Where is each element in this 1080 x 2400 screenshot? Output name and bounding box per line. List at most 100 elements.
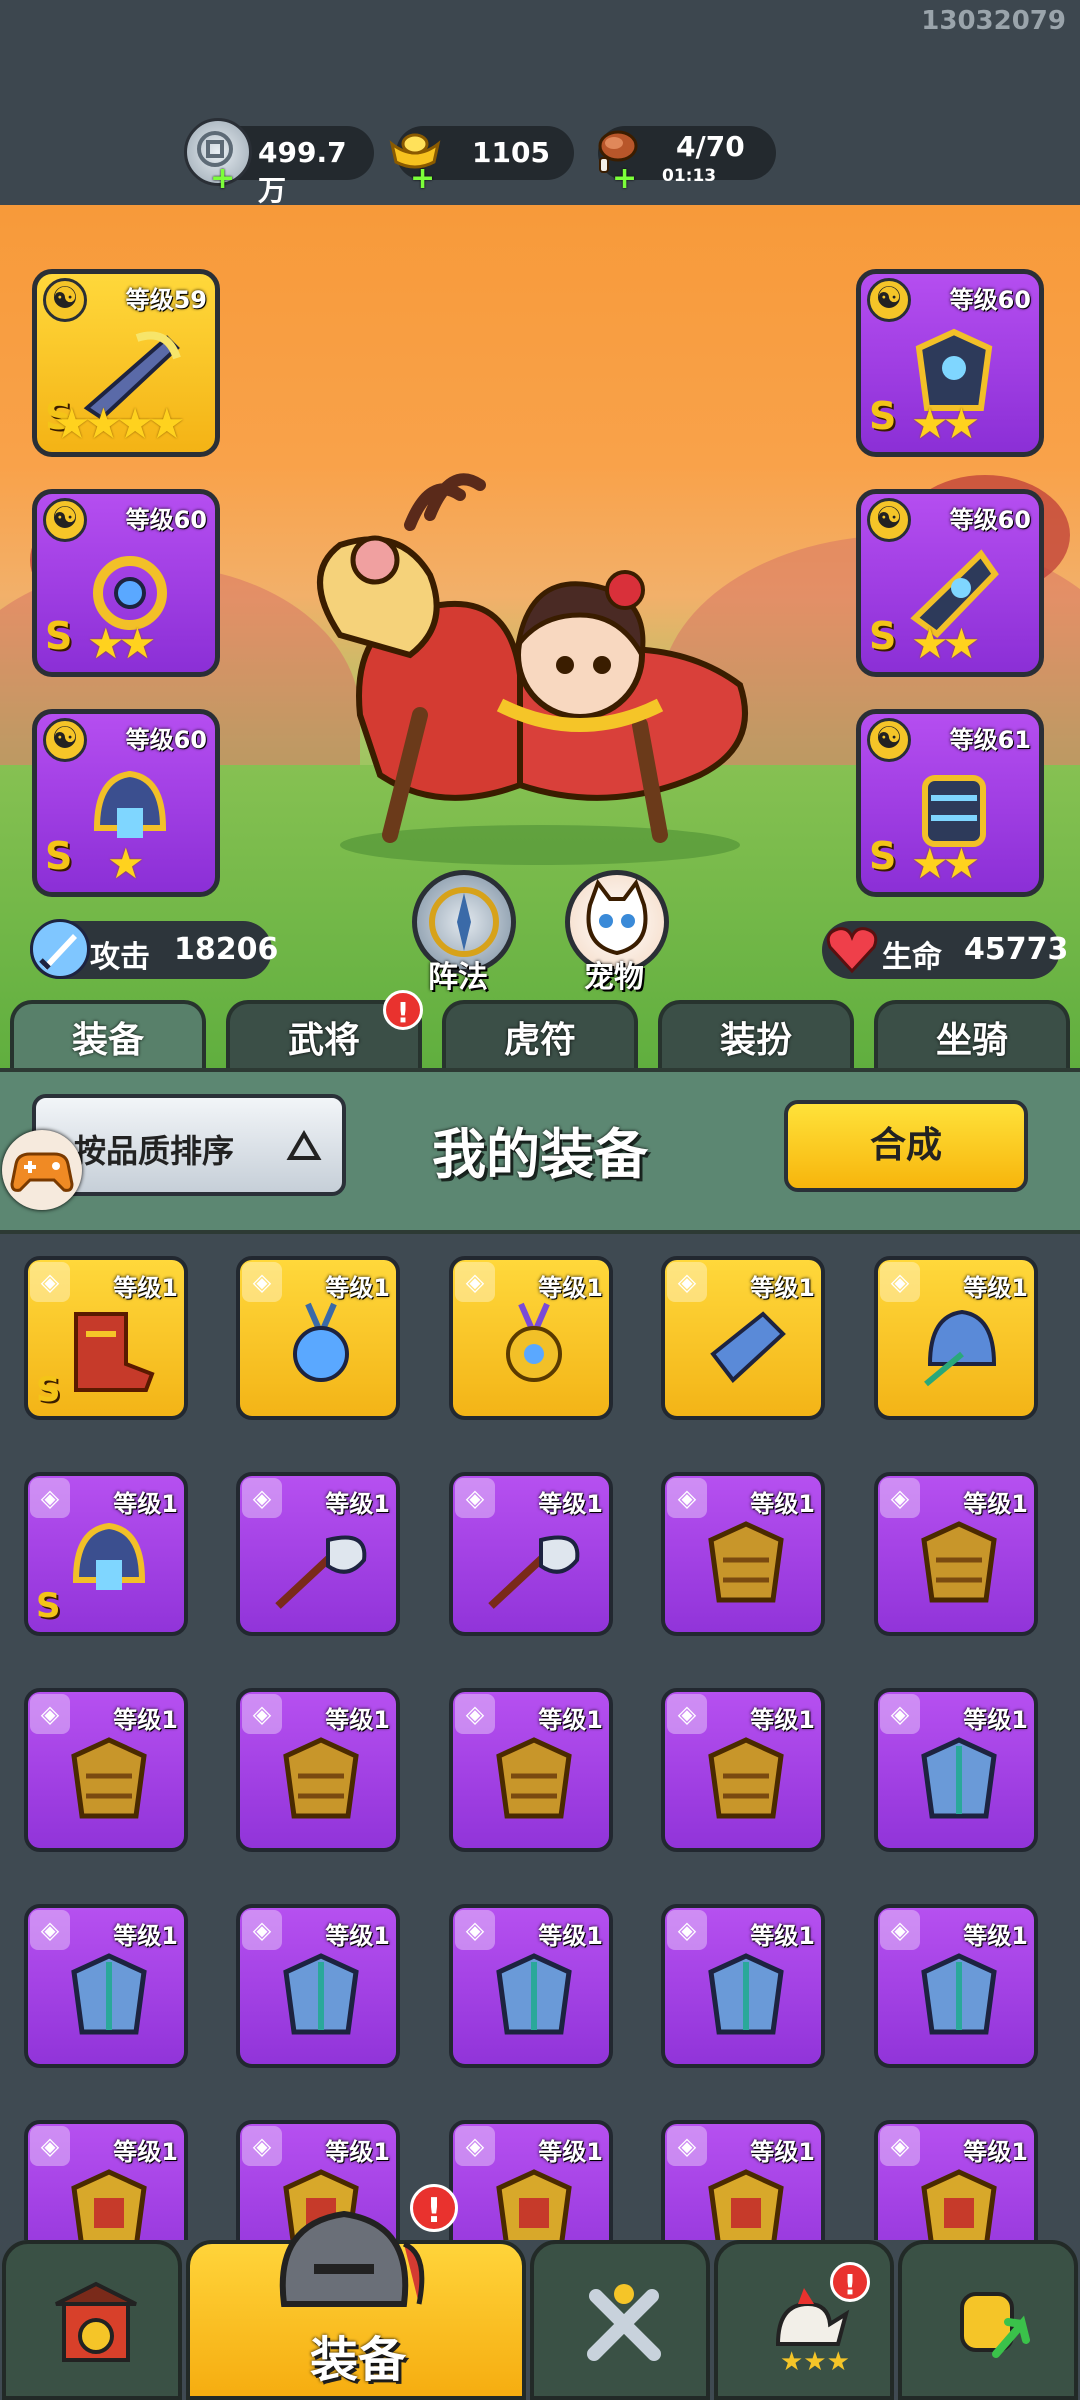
equipped-slot-boots[interactable]: ☯ 等级61 S ★★ (856, 709, 1044, 897)
stamina-timer: 01:13 (662, 166, 717, 186)
attack-value: 18206 (174, 932, 279, 967)
star-rating: ★ (107, 839, 145, 888)
blue-gauntlet-icon (710, 1311, 786, 1383)
blue-medal-icon (293, 1302, 349, 1382)
top-status-bar: 13032079 499.7万 + 1105 + 4/70 01:13 + (0, 0, 1080, 207)
hero-character[interactable] (280, 455, 800, 875)
inventory-item[interactable]: ◈ 等级1 (24, 1688, 188, 1852)
svg-text:★★★: ★★★ (780, 2347, 850, 2374)
inventory-item[interactable]: ◈ 等级1 (874, 1904, 1038, 2068)
gold-resource[interactable]: 1105 + (389, 126, 574, 194)
bronze-armor-icon (921, 1521, 997, 1603)
inventory-item[interactable]: ◈ 等级1 (874, 2120, 1038, 2240)
equipped-slot-helmet[interactable]: ☯ 等级60 S ★ (32, 709, 220, 897)
equip-level: 等级61 (949, 726, 1031, 754)
inventory-title: 我的装备 (432, 1123, 648, 1186)
inventory-item[interactable]: ◈ 等级1 (24, 1904, 188, 2068)
nav-equipment-badge: ! (410, 2184, 458, 2232)
nav-equipment-label: 装备 (310, 2332, 407, 2388)
inventory-item[interactable]: ◈ 等级1 (449, 1472, 613, 1636)
formation-label: 阵法 (428, 960, 488, 995)
red-gold-armor-icon (71, 2169, 147, 2240)
inventory-item[interactable]: ◈ 等级1 (449, 1688, 613, 1852)
add-stamina-icon[interactable]: + (612, 164, 637, 194)
inventory-item[interactable]: ◈ 等级1 (449, 2120, 613, 2240)
stamina-value: 4/70 (676, 130, 745, 163)
grade-label: S (45, 834, 73, 878)
equipped-slot-gauntlet[interactable]: ☯ 等级60 S ★★ (856, 489, 1044, 677)
floating-gamepad-button[interactable] (2, 1130, 82, 1210)
inventory-item[interactable]: ◈ 等级1 (874, 1688, 1038, 1852)
hero-scene: ☯ 等级59 S ★★★★ ☯ 等级60 S ★★ ☯ 等级60 S ★ ☯ 等… (0, 205, 1080, 1075)
city-gate-icon (55, 2281, 137, 2362)
blue-helmet-icon (924, 1309, 997, 1387)
dragon-helmet-icon (72, 1522, 146, 1590)
inventory-item[interactable]: ◈ 等级1 (449, 1256, 613, 1420)
equipped-slot-weapon[interactable]: ☯ 等级59 S ★★★★ (32, 269, 220, 457)
equipped-slot-armor[interactable]: ☯ 等级60 S ★★ (856, 269, 1044, 457)
grade-label: S (36, 1586, 61, 1626)
silver-resource[interactable]: 499.7万 + (184, 118, 374, 207)
inventory-item[interactable]: ◈ 等级1 (661, 1688, 825, 1852)
gamepad-icon (10, 1152, 74, 1192)
add-silver-icon[interactable]: + (210, 164, 235, 194)
star-rating: ★★★★ (53, 399, 186, 448)
tab-tiger-tally[interactable]: 虎符 (442, 1000, 638, 1078)
hp-value: 45773 (964, 932, 1069, 967)
user-id: 13032079 (921, 6, 1066, 36)
tab-mount[interactable]: 坐骑 (874, 1000, 1070, 1078)
inventory-item[interactable]: ◈ 等级1 S (24, 1256, 188, 1420)
blue-armor-icon (708, 1953, 784, 2035)
add-gold-icon[interactable]: + (410, 164, 435, 194)
silver-value: 499.7万 (258, 136, 347, 207)
blue-armor-icon (283, 1953, 359, 2035)
inventory-item[interactable]: ◈ 等级1 (449, 1904, 613, 2068)
heart-icon (822, 919, 882, 979)
bronze-armor-icon (71, 1737, 147, 1819)
nav-city[interactable] (2, 2240, 182, 2400)
yinyang-icon: ☯ (867, 498, 911, 542)
hp-label: 生命 (882, 940, 942, 975)
nav-equipment[interactable]: 装备 (186, 2210, 526, 2400)
tab-costume[interactable]: 装扮 (658, 1000, 854, 1078)
tab-equipment[interactable]: 装备 (10, 1000, 206, 1078)
inventory-item[interactable]: ◈ 等级1 (661, 1472, 825, 1636)
nav-growth[interactable] (898, 2240, 1078, 2400)
equip-level: 等级60 (949, 286, 1031, 314)
inventory-item[interactable]: ◈ 等级1 (661, 1904, 825, 2068)
inventory-item[interactable]: ◈ 等级1 (24, 2120, 188, 2240)
guandao-blade-icon (275, 1535, 367, 1609)
inventory-item[interactable]: ◈ 等级1 (661, 1256, 825, 1420)
inventory-item[interactable]: ◈ 等级1 (874, 1472, 1038, 1636)
bronze-armor-icon (283, 1737, 359, 1819)
red-gold-armor-icon (708, 2169, 784, 2240)
inventory-grid: ◈ 等级1 S ◈ 等级1 ◈ 等级1 ◈ 等级1 ◈ 等级1 ◈ 等级1 S ◈ 等级1 ◈ 等级1 ◈ 等级1 ◈ 等… (0, 1226, 1080, 2240)
grade-label: S (45, 614, 73, 658)
blue-armor-icon (71, 1953, 147, 2035)
red-gold-armor-icon (496, 2169, 572, 2240)
red-gold-armor-icon (921, 2169, 997, 2240)
blue-armor-icon (496, 1953, 572, 2035)
inventory-item[interactable]: ◈ 等级1 S (24, 1472, 188, 1636)
nav-battle[interactable] (530, 2240, 710, 2400)
inventory-item[interactable]: ◈ 等级1 (236, 1688, 400, 1852)
stamina-resource[interactable]: 4/70 01:13 + (598, 126, 776, 194)
inventory-item[interactable]: ◈ 等级1 (236, 1904, 400, 2068)
inventory-item[interactable]: ◈ 等级1 (236, 1256, 400, 1420)
grade-label: S (869, 834, 897, 878)
compose-button[interactable]: 合成 (784, 1100, 1028, 1192)
bronze-armor-icon (496, 1737, 572, 1819)
yinyang-icon: ☯ (867, 278, 911, 322)
equip-level: 等级60 (125, 726, 207, 754)
inventory-item[interactable]: ◈ 等级1 (661, 2120, 825, 2240)
inventory-item[interactable]: ◈ 等级1 (236, 1472, 400, 1636)
gold-medal-icon (506, 1302, 562, 1382)
nav-event[interactable]: ★★★ (714, 2240, 894, 2400)
yinyang-icon: ☯ (43, 278, 87, 322)
equipped-slot-necklace[interactable]: ☯ 等级60 S ★★ (32, 489, 220, 677)
red-boots-icon (74, 1312, 155, 1392)
inventory-item[interactable]: ◈ 等级1 (874, 1256, 1038, 1420)
blue-armor-icon (921, 1737, 997, 1819)
hp-stat: 生命 45773 (822, 919, 1068, 979)
star-rating: ★★ (87, 619, 156, 668)
